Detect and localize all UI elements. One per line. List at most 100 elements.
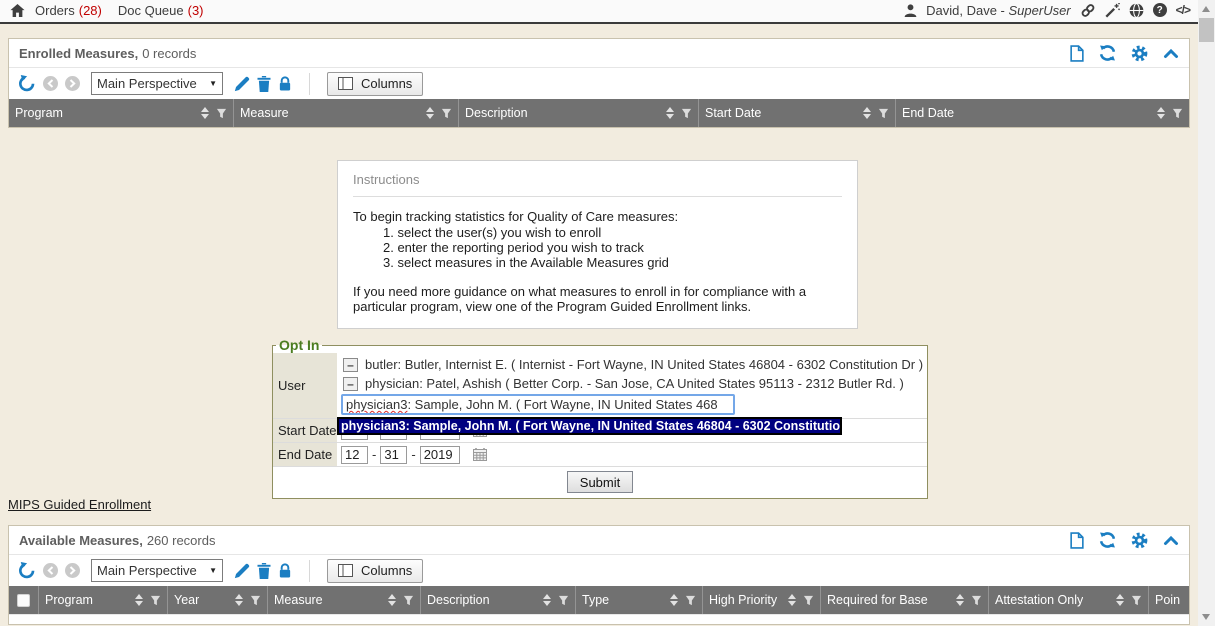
- refresh-icon[interactable]: [1099, 532, 1116, 548]
- scroll-down-arrow[interactable]: [1202, 614, 1210, 620]
- mips-guided-enrollment-link[interactable]: MIPS Guided Enrollment: [8, 497, 151, 512]
- column-header-description[interactable]: Description: [459, 99, 699, 127]
- column-header-year[interactable]: Year: [168, 586, 268, 614]
- history-forward-icon[interactable]: [65, 76, 80, 91]
- sort-icon[interactable]: [543, 594, 551, 606]
- remove-user-button[interactable]: –: [343, 358, 358, 372]
- column-header-start-date[interactable]: Start Date: [699, 99, 896, 127]
- remove-user-button[interactable]: –: [343, 377, 358, 391]
- sort-icon[interactable]: [235, 594, 243, 606]
- filter-icon[interactable]: [150, 595, 161, 606]
- edit-perspective-icon[interactable]: [234, 76, 250, 92]
- filter-icon[interactable]: [403, 595, 414, 606]
- filter-icon[interactable]: [878, 108, 889, 119]
- nav-orders[interactable]: Orders (28): [35, 3, 102, 18]
- gear-icon[interactable]: [1131, 45, 1148, 62]
- column-header-end-date[interactable]: End Date: [896, 99, 1189, 127]
- column-header-attestation-only[interactable]: Attestation Only: [989, 586, 1149, 614]
- sort-icon[interactable]: [670, 594, 678, 606]
- instruction-step: 2. enter the reporting period you wish t…: [383, 240, 842, 255]
- perspective-select[interactable]: Main Perspective ▼: [91, 559, 223, 582]
- column-header-high-priority[interactable]: High Priority: [703, 586, 821, 614]
- submit-button[interactable]: Submit: [567, 471, 633, 493]
- end-month-input[interactable]: [341, 446, 368, 464]
- column-header-program[interactable]: Program: [39, 586, 168, 614]
- delete-perspective-icon[interactable]: [257, 76, 271, 92]
- filter-icon[interactable]: [441, 108, 452, 119]
- enrolled-panel-toolbar: Main Perspective ▼ Columns: [9, 68, 1189, 99]
- history-back-icon[interactable]: [43, 563, 58, 578]
- end-year-input[interactable]: [420, 446, 460, 464]
- columns-button[interactable]: Columns: [327, 559, 423, 583]
- user-autocomplete-dropdown: physician3: Sample, John M. ( Fort Wayne…: [337, 417, 842, 435]
- column-header-type[interactable]: Type: [576, 586, 703, 614]
- code-icon[interactable]: </>: [1176, 3, 1190, 17]
- columns-button[interactable]: Columns: [327, 72, 423, 96]
- instruction-step: 3. select measures in the Available Meas…: [383, 255, 842, 270]
- scroll-up-arrow[interactable]: [1202, 6, 1210, 12]
- available-grid-header: Program Year Measure Description Type: [9, 586, 1189, 614]
- new-document-icon[interactable]: [1070, 532, 1084, 549]
- new-document-icon[interactable]: [1070, 45, 1084, 62]
- sort-icon[interactable]: [388, 594, 396, 606]
- wand-icon[interactable]: [1105, 3, 1120, 18]
- available-panel-titlebar: Available Measures, 260 records: [9, 526, 1189, 555]
- nav-doc-queue[interactable]: Doc Queue (3): [118, 3, 204, 18]
- collapse-panel-icon[interactable]: [1163, 48, 1179, 59]
- filter-icon[interactable]: [1172, 108, 1183, 119]
- columns-icon: [338, 77, 353, 90]
- sort-icon[interactable]: [426, 107, 434, 119]
- gear-icon[interactable]: [1131, 532, 1148, 549]
- select-all-checkbox[interactable]: [17, 594, 30, 607]
- collapse-panel-icon[interactable]: [1163, 535, 1179, 546]
- sort-icon[interactable]: [788, 594, 796, 606]
- filter-icon[interactable]: [685, 595, 696, 606]
- history-back-icon[interactable]: [43, 76, 58, 91]
- edit-perspective-icon[interactable]: [234, 563, 250, 579]
- sort-icon[interactable]: [1116, 594, 1124, 606]
- history-forward-icon[interactable]: [65, 563, 80, 578]
- column-header-program[interactable]: Program: [9, 99, 234, 127]
- link-icon[interactable]: [1080, 3, 1096, 18]
- enrolled-panel-icons: [1070, 45, 1179, 62]
- available-panel-toolbar: Main Perspective ▼ Columns: [9, 555, 1189, 586]
- sort-icon[interactable]: [863, 107, 871, 119]
- sort-icon[interactable]: [1157, 107, 1165, 119]
- autocomplete-suggestion[interactable]: physician3: Sample, John M. ( Fort Wayne…: [337, 417, 842, 435]
- filter-icon[interactable]: [971, 595, 982, 606]
- undo-icon[interactable]: [18, 562, 36, 579]
- filter-icon[interactable]: [803, 595, 814, 606]
- home-icon[interactable]: [10, 4, 25, 17]
- end-date-calendar-icon[interactable]: [473, 448, 487, 461]
- user-field: – butler: Butler, Internist E. ( Interni…: [337, 353, 927, 418]
- filter-icon[interactable]: [216, 108, 227, 119]
- help-icon[interactable]: ?: [1153, 3, 1167, 17]
- sort-icon[interactable]: [135, 594, 143, 606]
- globe-icon[interactable]: [1129, 3, 1144, 18]
- refresh-icon[interactable]: [1099, 45, 1116, 61]
- sort-icon[interactable]: [201, 107, 209, 119]
- filter-icon[interactable]: [1131, 595, 1142, 606]
- undo-icon[interactable]: [18, 75, 36, 92]
- lock-perspective-icon[interactable]: [278, 563, 292, 578]
- filter-icon[interactable]: [250, 595, 261, 606]
- column-header-points[interactable]: Poin: [1149, 586, 1189, 614]
- end-day-input[interactable]: [380, 446, 407, 464]
- column-header-required-for-base[interactable]: Required for Base: [821, 586, 989, 614]
- column-header-measure[interactable]: Measure: [268, 586, 421, 614]
- scroll-thumb[interactable]: [1199, 18, 1214, 42]
- user-search-input[interactable]: physician3: Sample, John M. ( Fort Wayne…: [341, 394, 735, 415]
- sort-icon[interactable]: [666, 107, 674, 119]
- column-header-description[interactable]: Description: [421, 586, 576, 614]
- vertical-scrollbar[interactable]: [1198, 0, 1215, 626]
- toolbar-divider: [309, 560, 310, 582]
- user-menu[interactable]: David, Dave - SuperUser: [926, 3, 1071, 18]
- selected-user-item: – physician: Patel, Ashish ( Better Corp…: [341, 374, 923, 393]
- column-header-measure[interactable]: Measure: [234, 99, 459, 127]
- filter-icon[interactable]: [558, 595, 569, 606]
- filter-icon[interactable]: [681, 108, 692, 119]
- delete-perspective-icon[interactable]: [257, 563, 271, 579]
- lock-perspective-icon[interactable]: [278, 76, 292, 91]
- sort-icon[interactable]: [956, 594, 964, 606]
- perspective-select[interactable]: Main Perspective ▼: [91, 72, 223, 95]
